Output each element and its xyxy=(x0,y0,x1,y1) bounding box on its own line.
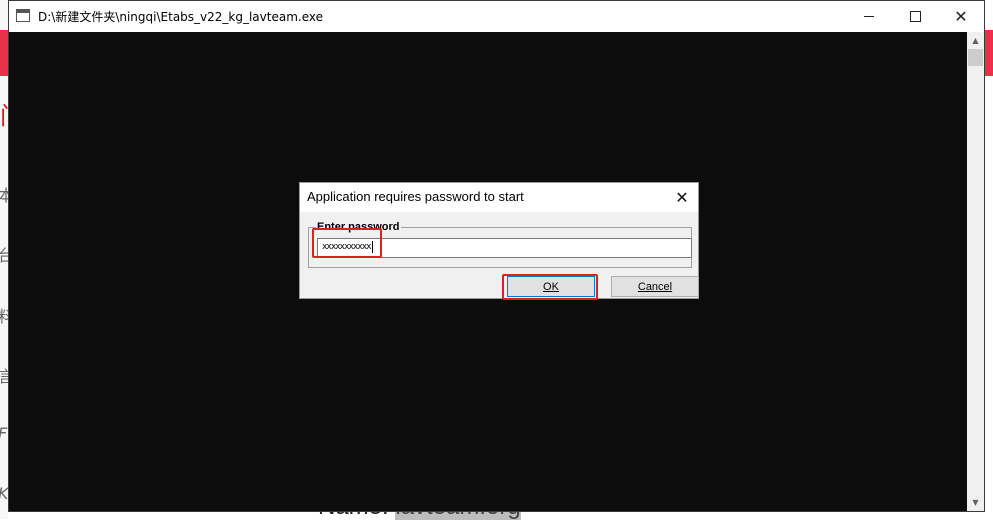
maximize-icon xyxy=(909,11,921,22)
vertical-scrollbar[interactable]: ▲ ▼ xyxy=(967,32,984,511)
scroll-down-arrow-icon[interactable]: ▼ xyxy=(967,494,984,511)
scroll-up-arrow-icon[interactable]: ▲ xyxy=(967,32,984,49)
window-titlebar[interactable]: D:\新建文件夹\ningqi\Etabs_v22_kg_lavteam.exe… xyxy=(9,1,984,32)
dialog-titlebar[interactable]: Application requires password to start ✕ xyxy=(300,183,698,212)
background-text: F xyxy=(0,424,7,443)
console-app-icon xyxy=(16,9,30,22)
cancel-button[interactable]: Cancel xyxy=(611,276,699,297)
background-red-banner-right xyxy=(985,30,993,76)
close-icon: ✕ xyxy=(675,187,689,207)
close-icon: ✕ xyxy=(954,6,968,26)
dialog-close-button[interactable]: ✕ xyxy=(670,186,694,208)
close-window-button[interactable]: ✕ xyxy=(938,1,984,32)
minimize-icon xyxy=(864,16,874,17)
background-red-banner xyxy=(0,30,8,76)
password-highlight-box xyxy=(312,228,382,258)
scroll-thumb[interactable] xyxy=(968,49,983,66)
ok-highlight-box xyxy=(502,274,598,300)
window-title: D:\新建文件夹\ningqi\Etabs_v22_kg_lavteam.exe xyxy=(38,10,323,24)
minimize-button[interactable] xyxy=(846,1,892,32)
maximize-button[interactable] xyxy=(892,1,938,32)
dialog-title: Application requires password to start xyxy=(307,189,524,204)
